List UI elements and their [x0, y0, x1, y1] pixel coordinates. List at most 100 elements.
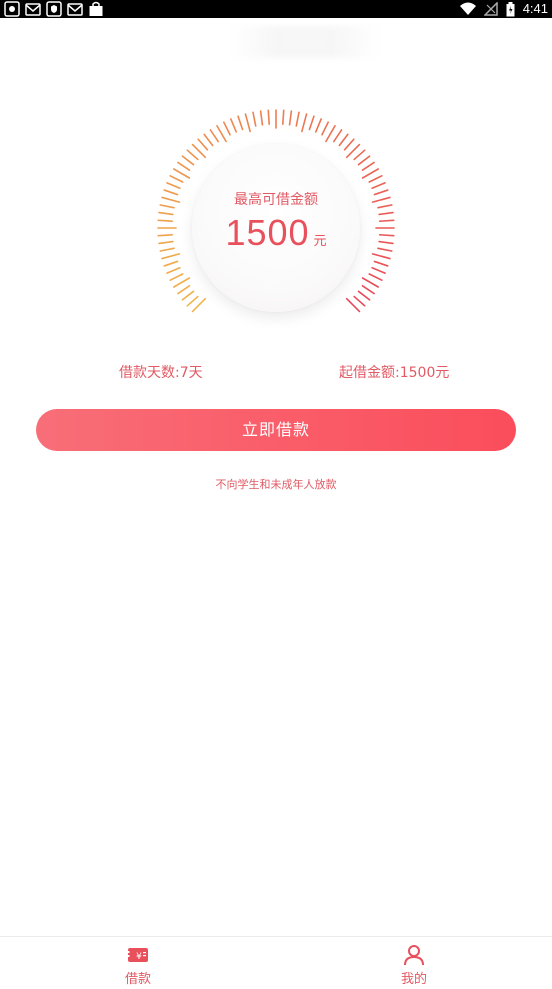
- gauge-tick: [157, 234, 174, 237]
- gauge-tick: [158, 211, 174, 216]
- max-amount-number: 1500: [225, 212, 310, 253]
- gauge-tick: [373, 189, 389, 196]
- gauge-tick: [191, 297, 207, 313]
- gauge-tick: [338, 133, 349, 147]
- credit-gauge: 最高可借金额 1500 元: [148, 100, 404, 320]
- mail-icon: [25, 3, 41, 16]
- lending-notice: 不向学生和未成年人放款: [215, 478, 337, 491]
- gauge-tick: [157, 219, 174, 222]
- gauge-tick: [377, 204, 393, 209]
- gauge-tick: [166, 267, 181, 274]
- notification-icons: [4, 1, 104, 17]
- mail-icon: [67, 3, 83, 16]
- gauge-tick: [237, 115, 244, 131]
- gauge-tick: [373, 260, 389, 267]
- gauge-tick: [325, 125, 336, 143]
- gauge-tick: [169, 273, 184, 281]
- gauge-tick: [332, 129, 343, 143]
- gauge-tick: [343, 138, 355, 151]
- gauge-tick: [345, 297, 361, 313]
- gauge-tick: [295, 111, 300, 127]
- nav-label-loan: 借款: [124, 972, 151, 987]
- gauge-tick: [282, 109, 285, 126]
- gauge-tick: [288, 110, 293, 126]
- gauge-tick: [244, 113, 251, 133]
- gauge-tick: [177, 284, 191, 295]
- borrow-now-button[interactable]: 立即借款: [36, 409, 516, 451]
- max-amount-value: 1500 元: [192, 212, 360, 254]
- gauge-tick: [163, 189, 179, 196]
- gauge-tick: [267, 109, 270, 126]
- svg-text:¥: ¥: [136, 952, 142, 962]
- gauge-tick: [378, 219, 395, 222]
- bottom-nav: ¥ 借款 我的: [0, 936, 552, 989]
- gauge-tick: [159, 204, 175, 209]
- gauge-tick: [163, 260, 179, 267]
- gauge-tick: [361, 284, 375, 295]
- gauge-tick: [353, 295, 366, 307]
- gauge-tick: [166, 182, 181, 189]
- max-amount-label: 最高可借金额: [234, 192, 318, 208]
- gauge-tick: [371, 182, 386, 189]
- bag-icon: [89, 1, 103, 16]
- gauge-tick: [216, 125, 227, 143]
- gauge-tick: [158, 240, 174, 245]
- gauge-tick: [308, 115, 315, 131]
- gauge-tick: [181, 290, 195, 301]
- gauge-tick: [197, 138, 209, 151]
- gauge-tick: [209, 129, 220, 143]
- nav-item-mine[interactable]: 我的: [276, 937, 552, 989]
- loan-days: 借款天数:7天: [119, 365, 203, 381]
- gauge-tick: [371, 267, 386, 274]
- signal-icon: [483, 2, 498, 16]
- battery-icon: [506, 1, 515, 16]
- gauge-tick: [191, 143, 207, 159]
- gauge-tick: [169, 175, 184, 183]
- gauge-tick: [159, 247, 175, 252]
- gauge-tick: [161, 196, 181, 203]
- user-icon: [404, 945, 424, 966]
- system-icons: 4:41: [459, 0, 548, 18]
- gauge-tick: [361, 277, 379, 288]
- gauge-tick: [173, 277, 191, 288]
- status-bar: 4:41: [0, 0, 552, 18]
- gauge-tick: [353, 149, 366, 161]
- gauge-tick: [186, 149, 199, 161]
- gauge-tick: [371, 196, 391, 203]
- status-time: 4:41: [522, 1, 548, 16]
- gauge-tick: [186, 295, 199, 307]
- gauge-tick: [301, 113, 308, 133]
- gauge-tick: [378, 240, 394, 245]
- gauge-tick: [357, 155, 371, 166]
- gauge-tick: [378, 211, 394, 216]
- wifi-icon: [459, 2, 476, 15]
- nav-label-mine: 我的: [400, 972, 427, 987]
- gauge-tick: [368, 273, 383, 281]
- gauge-tick: [252, 111, 257, 127]
- nav-item-loan[interactable]: ¥ 借款: [0, 937, 276, 989]
- gauge-tick: [230, 118, 237, 133]
- loan-icon: ¥: [126, 948, 148, 962]
- notification-icon: [4, 1, 20, 17]
- gauge-tick: [371, 253, 391, 260]
- gauge-tick: [181, 155, 195, 166]
- gauge-tick: [321, 121, 329, 136]
- gauge-center: 最高可借金额 1500 元: [192, 144, 360, 312]
- gauge-tick: [177, 161, 191, 172]
- min-loan-amount: 起借金额:1500元: [339, 365, 450, 381]
- gauge-tick: [203, 133, 214, 147]
- gauge-tick: [377, 247, 393, 252]
- gauge-tick: [368, 175, 383, 183]
- gauge-tick: [223, 121, 231, 136]
- gauge-tick: [361, 168, 379, 179]
- shield-icon: [46, 1, 62, 17]
- gauge-tick: [259, 110, 264, 126]
- gauge-tick: [345, 143, 361, 159]
- gauge-tick: [361, 161, 375, 172]
- max-amount-unit: 元: [313, 234, 327, 249]
- gauge-tick: [173, 168, 191, 179]
- gauge-tick: [357, 290, 371, 301]
- gauge-tick: [378, 234, 395, 237]
- gauge-tick: [161, 253, 181, 260]
- faded-header: [230, 26, 380, 58]
